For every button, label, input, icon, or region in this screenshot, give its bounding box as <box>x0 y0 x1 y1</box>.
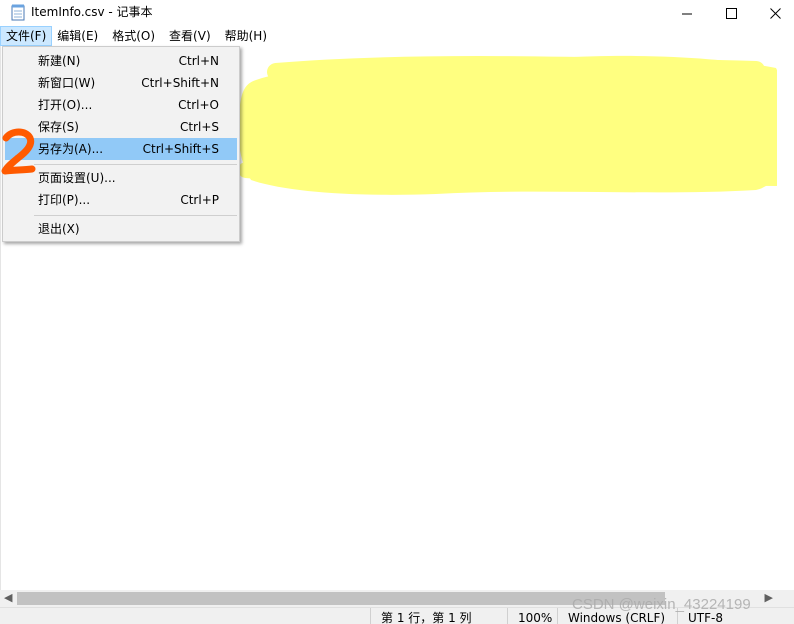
menu-edit[interactable]: 编辑(E) <box>52 26 103 46</box>
maximize-icon <box>725 7 737 19</box>
menu-item-page-setup[interactable]: 页面设置(U)... <box>5 167 237 189</box>
menu-item-label: 新窗口(W) <box>38 76 96 90</box>
menu-item-label: 退出(X) <box>38 222 80 236</box>
menu-item-shortcut: Ctrl+S <box>179 120 219 134</box>
menu-item-new[interactable]: 新建(N) Ctrl+N <box>5 50 237 72</box>
menu-item-print[interactable]: 打印(P)... Ctrl+P <box>5 189 237 211</box>
window-title: ItemInfo.csv - 记事本 <box>31 5 153 19</box>
menu-item-shortcut: Ctrl+Shift+S <box>142 142 219 156</box>
menu-file[interactable]: 文件(F) <box>0 26 53 46</box>
menu-item-shortcut: Ctrl+N <box>178 54 219 68</box>
file-menu-dropdown: 新建(N) Ctrl+N 新窗口(W) Ctrl+Shift+N 打开(O)..… <box>2 46 240 242</box>
cursor-position: 第 1 行，第 1 列 <box>370 608 507 624</box>
minimize-button[interactable] <box>664 0 710 26</box>
redaction-highlight <box>238 55 785 195</box>
menu-separator <box>34 164 237 165</box>
close-icon <box>769 7 781 19</box>
menu-item-label: 新建(N) <box>38 54 81 68</box>
vertical-scrollbar[interactable] <box>777 46 794 590</box>
menu-item-label: 保存(S) <box>38 120 79 134</box>
scroll-right-icon[interactable]: ▶ <box>765 591 773 604</box>
menu-separator <box>34 215 237 216</box>
menu-bar: 文件(F) 编辑(E) 格式(O) 查看(V) 帮助(H) <box>0 26 794 46</box>
watermark: CSDN @weixin_43224199 <box>572 596 751 613</box>
minimize-icon <box>681 13 692 14</box>
menu-item-shortcut: Ctrl+Shift+N <box>141 76 219 90</box>
menu-item-open[interactable]: 打开(O)... Ctrl+O <box>5 94 237 116</box>
menu-item-label: 另存为(A)... <box>38 142 104 156</box>
menu-format[interactable]: 格式(O) <box>103 26 160 46</box>
menu-help[interactable]: 帮助(H) <box>216 26 272 46</box>
zoom-level: 100% <box>507 608 557 624</box>
scrollbar-corner <box>777 590 794 607</box>
menu-item-shortcut: Ctrl+O <box>178 98 219 112</box>
menu-item-label: 打开(O)... <box>38 98 93 112</box>
scroll-thumb[interactable] <box>17 592 665 605</box>
menu-item-new-window[interactable]: 新窗口(W) Ctrl+Shift+N <box>5 72 237 94</box>
step-two-annotation-icon <box>1 128 36 175</box>
scroll-left-icon[interactable]: ◀ <box>4 591 12 604</box>
menu-item-label: 打印(P)... <box>38 193 91 207</box>
notepad-icon <box>11 4 25 21</box>
title-bar: ItemInfo.csv - 记事本 <box>0 0 794 26</box>
menu-view[interactable]: 查看(V) <box>160 26 216 46</box>
menu-item-shortcut: Ctrl+P <box>180 193 219 207</box>
menu-item-save[interactable]: 保存(S) Ctrl+S <box>5 116 237 138</box>
close-button[interactable] <box>752 0 794 26</box>
maximize-button[interactable] <box>708 0 754 26</box>
menu-item-label: 页面设置(U)... <box>38 171 116 185</box>
menu-item-exit[interactable]: 退出(X) <box>5 218 237 240</box>
menu-item-save-as[interactable]: 另存为(A)... Ctrl+Shift+S <box>5 138 237 160</box>
